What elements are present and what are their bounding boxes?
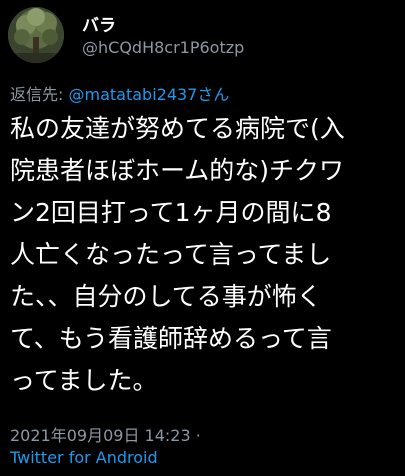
user-handle[interactable]: @hCQdH8cr1P6otzp [82, 38, 244, 57]
avatar[interactable] [8, 7, 64, 63]
tweet-source-link[interactable]: Twitter for Android [10, 448, 158, 467]
tweet-line: て、もう看護師辞めるって言 [10, 324, 332, 353]
reply-mention-link[interactable]: @matatabi2437さん [68, 85, 229, 104]
tweet-text: 私の友達が努めてる病院で(入 院患者ほぼホーム的な)チクワ ン2回目打って1ヶ月… [10, 108, 402, 402]
tweet-timestamp[interactable]: 2021年09月09日 14:23 · [10, 422, 201, 446]
tweet-line: ってました。 [10, 366, 158, 395]
tweet-line: ン2回目打って1ヶ月の間に8 [10, 198, 332, 227]
tree-photo-icon [8, 7, 64, 63]
tweet-line: 人亡くなったって言ってまし [10, 240, 332, 269]
reply-to: 返信先: @matatabi2437さん [10, 81, 229, 105]
tweet-line: た、、自分のしてる事が怖く [10, 282, 322, 311]
tweet-line: 院患者ほぼホーム的な)チクワ [10, 156, 345, 185]
tweet-line: 私の友達が努めてる病院で(入 [10, 114, 345, 143]
tweet: バラ @hCQdH8cr1P6otzp 返信先: @matatabi2437さん… [0, 0, 405, 476]
display-name[interactable]: バラ [82, 11, 116, 36]
reply-prefix: 返信先: [10, 85, 69, 104]
